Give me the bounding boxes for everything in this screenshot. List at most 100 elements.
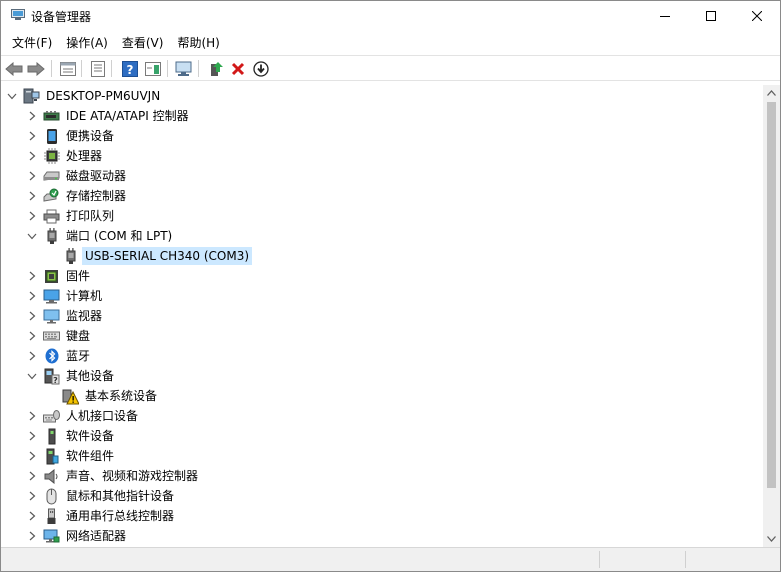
- keyboard-icon: [43, 328, 60, 345]
- hid-icon: [43, 408, 60, 425]
- expand-toggle[interactable]: [25, 326, 39, 346]
- uninstall-device-button[interactable]: [228, 59, 248, 78]
- expand-toggle[interactable]: [25, 526, 39, 546]
- tree-device-item[interactable]: 基本系统设备: [44, 386, 160, 406]
- minimize-button[interactable]: [642, 1, 688, 31]
- portable-device-icon: [43, 128, 60, 145]
- expand-toggle[interactable]: [25, 106, 39, 126]
- tree-item-label: 存储控制器: [66, 189, 127, 203]
- collapse-toggle[interactable]: [25, 226, 39, 246]
- chevron-right-icon: [29, 271, 36, 281]
- status-cell: [599, 551, 600, 568]
- tree-category-item[interactable]: 键盘: [25, 326, 93, 346]
- toolbar-separator: [111, 60, 112, 77]
- tree-category-item[interactable]: 固件: [25, 266, 93, 286]
- menu-view[interactable]: 查看(V): [115, 33, 171, 53]
- chevron-right-icon: [29, 531, 36, 541]
- tree-item-label: 固件: [66, 269, 91, 283]
- toolbar: ?: [1, 55, 780, 81]
- tree-category-item[interactable]: ? 其他设备: [25, 366, 117, 386]
- title-bar[interactable]: 设备管理器: [1, 1, 780, 31]
- expand-toggle[interactable]: [25, 486, 39, 506]
- device-tree[interactable]: DESKTOP-PM6UVJN IDE ATA/ATAPI 控制器 便携设备处理器磁…: [3, 85, 763, 547]
- menu-file[interactable]: 文件(F): [5, 33, 59, 53]
- tree-category-item[interactable]: 软件组件: [25, 446, 117, 466]
- tree-root-computer[interactable]: DESKTOP-PM6UVJN: [5, 86, 163, 106]
- update-driver-button[interactable]: [206, 59, 226, 78]
- expand-toggle[interactable]: [25, 286, 39, 306]
- driver-details-button[interactable]: [88, 59, 108, 78]
- collapse-toggle[interactable]: [5, 86, 19, 106]
- maximize-button[interactable]: [688, 1, 734, 31]
- collapse-toggle[interactable]: [25, 366, 39, 386]
- expand-toggle[interactable]: [25, 306, 39, 326]
- tree-category-item[interactable]: 磁盘驱动器: [25, 166, 129, 186]
- back-button[interactable]: [4, 59, 24, 78]
- expand-toggle[interactable]: [25, 186, 39, 206]
- disk-drive-icon: [43, 168, 60, 185]
- software-device-icon: [43, 428, 60, 445]
- chevron-right-icon: [29, 511, 36, 521]
- tree-category-item[interactable]: 处理器: [25, 146, 105, 166]
- expand-toggle[interactable]: [25, 166, 39, 186]
- menu-help[interactable]: 帮助(H): [170, 33, 226, 53]
- tree-category-item[interactable]: 软件设备: [25, 426, 117, 446]
- expand-toggle[interactable]: [25, 426, 39, 446]
- action-pane-button[interactable]: [143, 59, 163, 78]
- vertical-scrollbar[interactable]: [763, 85, 780, 547]
- tree-category-item[interactable]: 端口 (COM 和 LPT): [25, 226, 175, 246]
- device-manager-window: 设备管理器 文件(F) 操作(A) 查看(V) 帮助(H) ? DESKTOP-…: [0, 0, 781, 572]
- scrollbar-thumb[interactable]: [767, 102, 776, 488]
- menu-action[interactable]: 操作(A): [59, 33, 115, 53]
- tree-category-item[interactable]: 蓝牙: [25, 346, 93, 366]
- scan-hardware-button[interactable]: [174, 59, 194, 78]
- tree-category-item[interactable]: 声音、视频和游戏控制器: [25, 466, 201, 486]
- tree-item-label: 处理器: [66, 149, 103, 163]
- expand-toggle[interactable]: [25, 206, 39, 226]
- close-button[interactable]: [734, 1, 780, 31]
- expand-toggle[interactable]: [25, 446, 39, 466]
- tree-item-label: 磁盘驱动器: [66, 169, 127, 183]
- tree-device-item[interactable]: USB-SERIAL CH340 (COM3): [44, 246, 253, 266]
- expand-toggle[interactable]: [25, 266, 39, 286]
- processor-icon: [43, 148, 60, 165]
- help-button[interactable]: ?: [120, 59, 140, 78]
- tree-category-item[interactable]: 便携设备: [25, 126, 117, 146]
- scan-hardware-icon: [175, 61, 192, 76]
- chevron-right-icon: [29, 131, 36, 141]
- ide-controller-icon: [43, 108, 60, 125]
- tree-category-item[interactable]: 存储控制器: [25, 186, 129, 206]
- chevron-down-icon: [7, 93, 17, 100]
- properties-button[interactable]: [58, 59, 78, 78]
- toolbar-separator: [51, 60, 52, 77]
- other-devices-icon: ?: [43, 368, 60, 385]
- tree-category-item[interactable]: 监视器: [25, 306, 105, 326]
- tree-category-item[interactable]: 通用串行总线控制器: [25, 506, 177, 526]
- expand-toggle[interactable]: [25, 126, 39, 146]
- chevron-right-icon: [29, 191, 36, 201]
- tree-category-item[interactable]: IDE ATA/ATAPI 控制器: [25, 106, 192, 126]
- expand-toggle[interactable]: [25, 466, 39, 486]
- expand-toggle[interactable]: [25, 506, 39, 526]
- back-arrow-icon: [5, 61, 23, 76]
- forward-button[interactable]: [26, 59, 46, 78]
- tree-category-item[interactable]: 计算机: [25, 286, 105, 306]
- expand-toggle[interactable]: [25, 346, 39, 366]
- tree-item-label: 监视器: [66, 309, 103, 323]
- tree-item-label: 打印队列: [66, 209, 115, 223]
- expand-toggle[interactable]: [25, 146, 39, 166]
- disable-device-button[interactable]: [251, 59, 271, 78]
- tree-item-label: 软件设备: [66, 429, 115, 443]
- port-icon: [43, 228, 60, 245]
- tree-category-item[interactable]: 网络适配器: [25, 526, 129, 546]
- chevron-right-icon: [29, 151, 36, 161]
- expand-toggle[interactable]: [25, 406, 39, 426]
- device-manager-app-icon: [11, 9, 25, 21]
- tree-category-item[interactable]: 鼠标和其他指针设备: [25, 486, 177, 506]
- toolbar-separator: [198, 60, 199, 77]
- forward-arrow-icon: [27, 61, 45, 76]
- tree-category-item[interactable]: 人机接口设备: [25, 406, 141, 426]
- tree-category-item[interactable]: 打印队列: [25, 206, 117, 226]
